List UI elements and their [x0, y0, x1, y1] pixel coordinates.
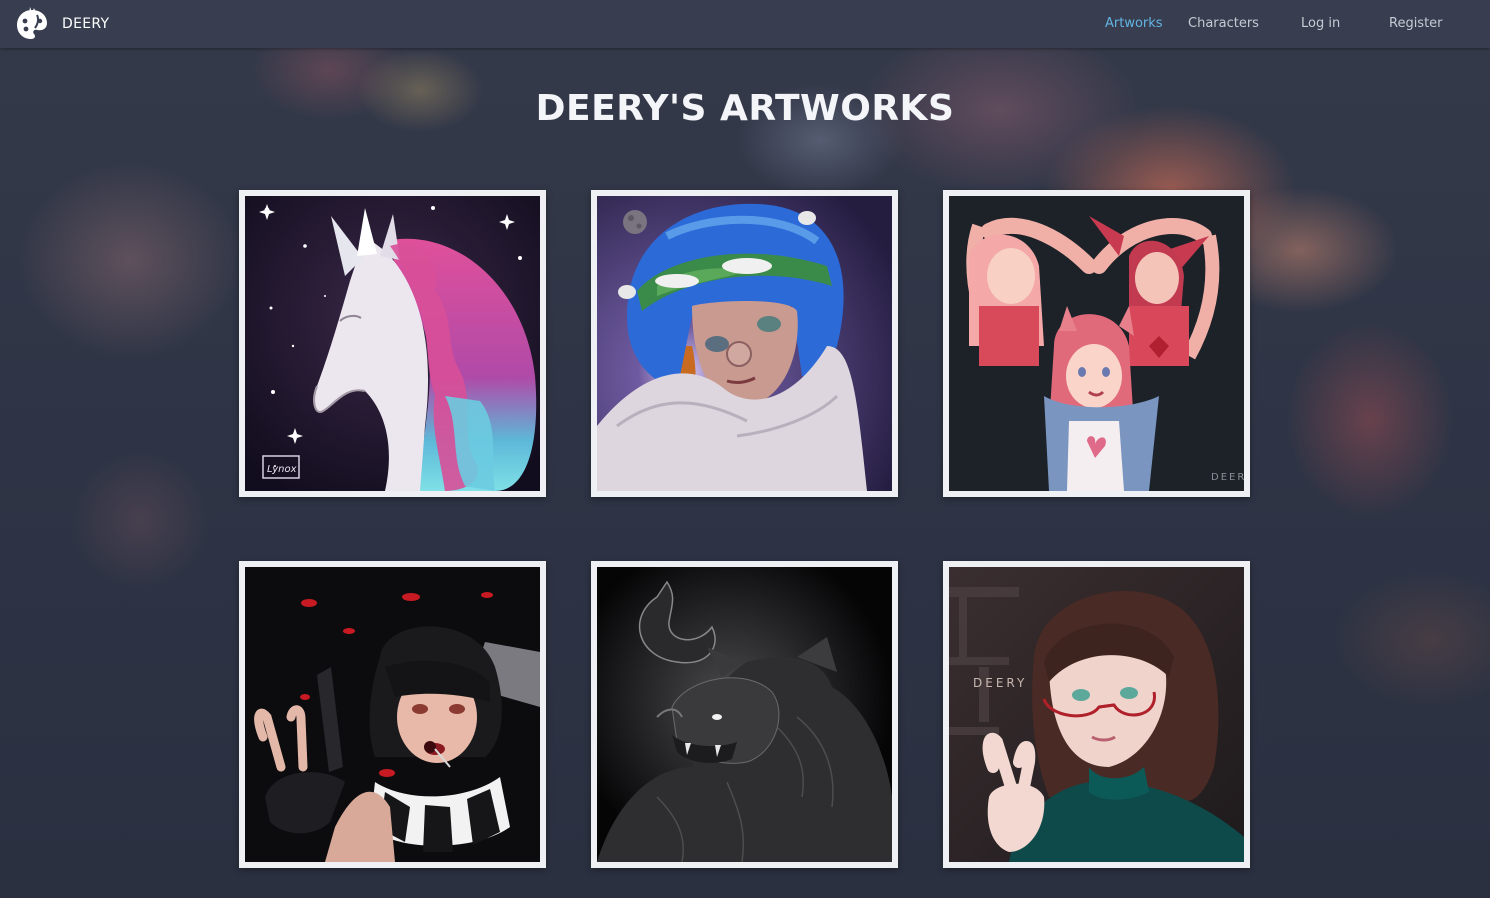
artwork-card-earth-girl[interactable]	[591, 190, 898, 497]
svg-text:DEERY: DEERY	[973, 676, 1027, 690]
artwork-card-knife-girl[interactable]	[239, 561, 546, 868]
top-navbar: DEERY Artworks Characters Log in Registe…	[0, 0, 1490, 48]
nav-link-artworks[interactable]: Artworks	[1105, 16, 1163, 31]
svg-text:DEERY: DEERY	[1211, 472, 1244, 483]
artwork-glasses-girl-image: DEERY	[949, 567, 1244, 862]
artwork-earth-girl-image	[597, 196, 892, 491]
artwork-knife-girl-image	[245, 567, 540, 862]
artwork-werewolf-image	[597, 567, 892, 862]
nav-link-characters[interactable]: Characters	[1188, 16, 1259, 31]
brand-name: DEERY	[62, 16, 110, 32]
page-title: DEERY'S ARTWORKS	[535, 88, 955, 129]
artwork-unicorn-image: Lynox	[245, 196, 540, 491]
artwork-card-heart-girls[interactable]: DEERY	[943, 190, 1250, 497]
nav-link-login[interactable]: Log in	[1301, 16, 1340, 31]
svg-text:Lynox: Lynox	[267, 464, 297, 475]
artwork-heart-girls-image: DEERY	[949, 196, 1244, 491]
brand-home-link[interactable]: DEERY	[14, 6, 109, 42]
artwork-card-werewolf[interactable]	[591, 561, 898, 868]
nav-link-register[interactable]: Register	[1389, 16, 1443, 31]
palette-deer-logo-icon	[17, 7, 47, 39]
artwork-card-unicorn[interactable]: Lynox	[239, 190, 546, 497]
artwork-card-glasses-girl[interactable]: DEERY	[943, 561, 1250, 868]
